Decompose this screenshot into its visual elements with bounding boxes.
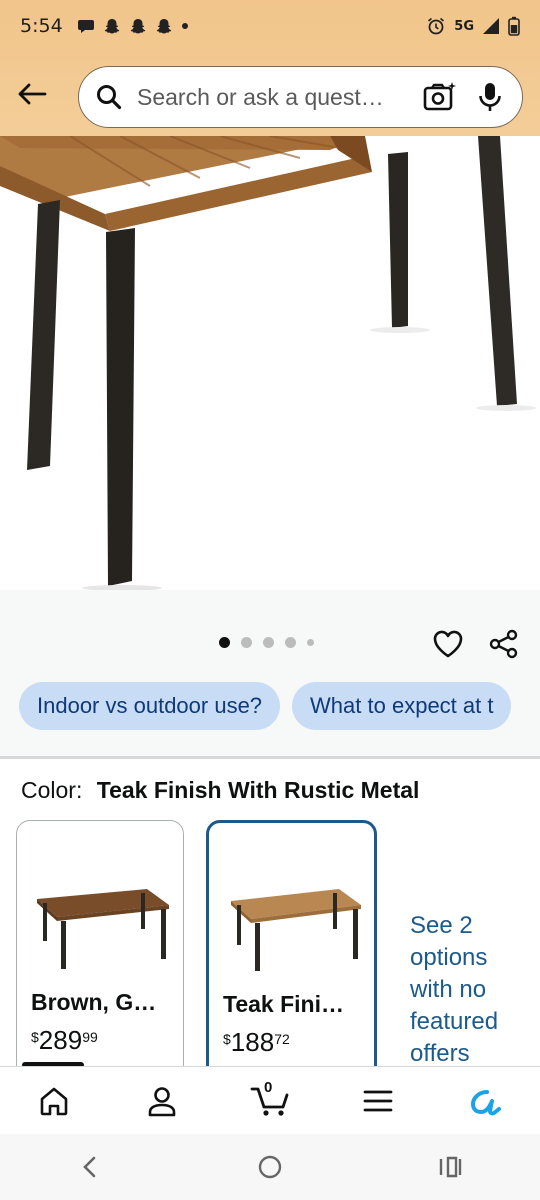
snapchat-icon <box>104 19 119 34</box>
image-page-indicator[interactable] <box>219 637 314 648</box>
product-page: 5:54 5G Search or ask a quest… Indoor vs… <box>0 0 540 1200</box>
more-options-link[interactable]: See 2 options with no featured offers <box>410 910 530 1070</box>
camera-sparkle-icon[interactable] <box>422 79 458 115</box>
section-divider <box>0 756 540 759</box>
nav-rufus[interactable] <box>462 1077 510 1125</box>
share-button[interactable] <box>484 624 524 664</box>
wishlist-button[interactable] <box>428 624 468 664</box>
nav-cart[interactable]: 0 <box>246 1077 294 1125</box>
account-icon <box>148 1086 176 1116</box>
system-home-button[interactable] <box>248 1145 292 1189</box>
price-symbol: $ <box>31 1029 39 1045</box>
color-label: Color: Teak Finish With Rustic Metal <box>21 777 419 804</box>
color-selected-value: Teak Finish With Rustic Metal <box>96 777 420 803</box>
bottom-nav: 0 <box>0 1066 540 1134</box>
system-status-icons: 5G <box>426 16 520 36</box>
chat-bubble-icon <box>77 20 94 33</box>
color-option-teak[interactable]: Teak Fini… $ 188 72 <box>206 820 377 1080</box>
battery-icon <box>508 16 520 36</box>
snapchat-icon <box>156 19 171 34</box>
snapchat-icon <box>130 19 145 34</box>
system-recents-button[interactable] <box>428 1145 472 1189</box>
table-photo <box>0 136 536 590</box>
question-chip[interactable]: What to expect at t <box>292 682 512 730</box>
status-bar: 5:54 5G <box>0 0 540 52</box>
swatch-image <box>231 889 361 971</box>
color-option-name: Teak Fini… <box>223 991 344 1017</box>
share-icon <box>489 629 518 659</box>
question-chips: Indoor vs outdoor use? What to expect at… <box>19 682 512 730</box>
color-option-brown[interactable]: Brown, G… $ 289 99 <box>16 820 184 1080</box>
gallery-controls: Indoor vs outdoor use? What to expect at… <box>0 590 540 756</box>
home-circle-icon <box>258 1155 282 1179</box>
notification-icons <box>77 17 189 35</box>
color-option-price: $ 289 99 <box>31 1025 98 1056</box>
nav-home[interactable] <box>30 1077 78 1125</box>
search-input[interactable]: Search or ask a quest… <box>137 84 408 111</box>
color-option-name: Brown, G… <box>31 989 157 1015</box>
search-bar[interactable]: Search or ask a quest… <box>78 66 523 128</box>
rufus-icon <box>471 1089 501 1115</box>
page-dot-active[interactable] <box>219 637 230 648</box>
search-icon <box>95 82 125 112</box>
system-nav-bar <box>0 1134 540 1200</box>
back-button[interactable] <box>12 74 52 114</box>
color-label-key: Color: <box>21 777 83 803</box>
page-dot[interactable] <box>307 639 314 646</box>
recents-icon <box>439 1156 462 1178</box>
price-fraction: 99 <box>82 1029 98 1045</box>
microphone-icon[interactable] <box>472 79 508 115</box>
page-dot[interactable] <box>285 637 296 648</box>
product-image[interactable] <box>0 136 540 590</box>
status-time: 5:54 <box>20 15 63 37</box>
page-dot[interactable] <box>241 637 252 648</box>
price-fraction: 72 <box>274 1031 290 1047</box>
price-whole: 188 <box>230 1027 275 1057</box>
nav-account[interactable] <box>138 1077 186 1125</box>
price-symbol: $ <box>223 1031 231 1047</box>
home-icon <box>40 1087 68 1115</box>
dot-icon <box>181 23 188 29</box>
heart-icon <box>433 630 463 658</box>
cart-count: 0 <box>264 1078 273 1096</box>
signal-icon <box>483 18 499 34</box>
color-option-price: $ 188 72 <box>223 1027 290 1058</box>
alarm-icon <box>428 17 445 35</box>
nav-menu[interactable] <box>354 1077 402 1125</box>
page-dot[interactable] <box>263 637 274 648</box>
menu-icon <box>363 1090 393 1111</box>
network-type: 5G <box>454 18 474 34</box>
price-whole: 289 <box>38 1025 83 1055</box>
question-chip[interactable]: Indoor vs outdoor use? <box>19 682 281 730</box>
back-chevron-icon <box>83 1156 96 1178</box>
swatch-image <box>37 889 169 969</box>
back-arrow-icon <box>18 83 47 105</box>
header-band: 5:54 5G Search or ask a quest… <box>0 0 540 136</box>
system-back-button[interactable] <box>68 1145 112 1189</box>
